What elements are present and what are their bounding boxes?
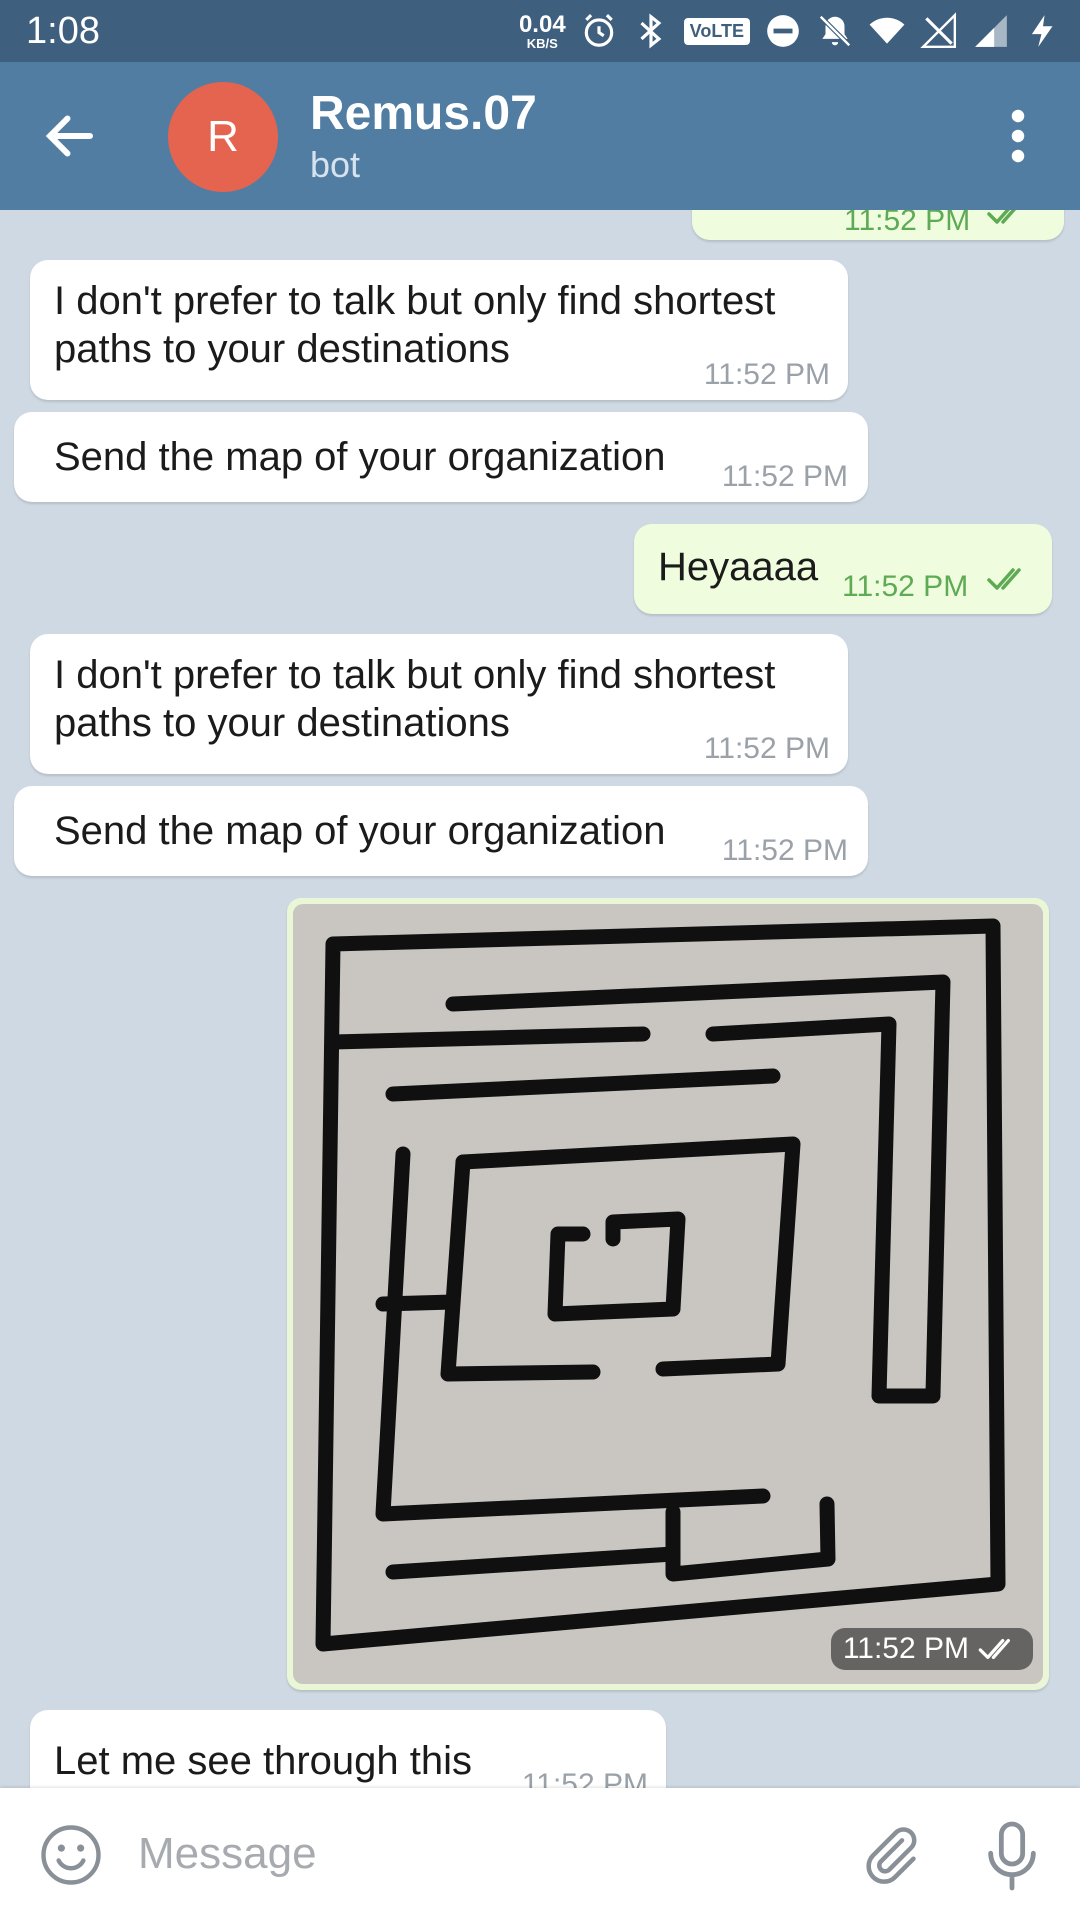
message-bubble[interactable]: I don't prefer to talk but only find sho… (30, 634, 848, 774)
message-time: 11:52 PM (703, 358, 830, 391)
message-text: Send the map of your organization (54, 809, 666, 853)
message-bubble[interactable]: /start 11:52 PM (692, 210, 1064, 240)
message-text: Send the map of your organization (54, 435, 666, 479)
message-bubble[interactable]: I don't prefer to talk but only find sho… (30, 260, 848, 400)
attach-icon[interactable] (858, 1822, 922, 1888)
notifications-off-icon (819, 15, 851, 47)
more-options-icon[interactable] (1000, 106, 1036, 166)
message-bubble[interactable]: Let me see through this 11:52 PM (30, 1710, 666, 1788)
photo-time-badge: 11:52 PM (830, 1628, 1033, 1670)
maze-photo[interactable] (293, 904, 1043, 1684)
message-bubble[interactable]: Heyaaaa 11:52 PM (634, 524, 1052, 614)
message-text-line: paths to your destinations (54, 327, 510, 371)
message-time: 11:52 PM (721, 460, 848, 493)
message-text-line: I don't prefer to talk but only find sho… (54, 653, 776, 697)
alarm-icon (584, 14, 613, 47)
avatar[interactable]: R (168, 82, 278, 192)
signal-empty-icon (920, 12, 957, 49)
chat-header: R Remus.07 bot (0, 62, 1080, 210)
net-speed-value: 0.04 (518, 10, 566, 38)
volte-badge: VoLTE (683, 17, 750, 45)
microphone-icon[interactable] (980, 1818, 1044, 1894)
signal-icon (975, 15, 1007, 47)
message-input[interactable] (136, 1818, 820, 1890)
message-text-line: paths to your destinations (54, 701, 510, 745)
message-time: 11:52 PM (703, 732, 830, 765)
photo-message[interactable]: 11:52 PM (287, 898, 1049, 1690)
double-check-icon (987, 210, 1017, 224)
net-speed: 0.04 KB/S (518, 10, 566, 51)
message-time: 11:52 PM (721, 834, 848, 867)
message-time: 11:52 PM (844, 210, 971, 237)
message-time: 11:52 PM (521, 1768, 648, 1788)
message-text: Let me see through this (54, 1739, 473, 1783)
bluetooth-icon (640, 13, 662, 49)
do-not-disturb-icon (767, 15, 799, 47)
status-time: 1:08 (26, 10, 100, 52)
message-input-bar (0, 1788, 1080, 1920)
double-check-icon (987, 568, 1021, 590)
chat-title[interactable]: Remus.07 (310, 86, 537, 141)
message-bubble[interactable]: Send the map of your organization 11:52 … (14, 412, 868, 502)
message-text-line: I don't prefer to talk but only find sho… (54, 279, 776, 323)
message-text: Heyaaaa (658, 545, 819, 589)
message-text: /start (716, 210, 805, 220)
back-arrow-icon[interactable] (40, 106, 100, 166)
double-check-icon (978, 1638, 1010, 1660)
message-bubble[interactable]: Send the map of your organization 11:52 … (14, 786, 868, 876)
status-bar: 1:08 0.04 KB/S VoLTE (0, 0, 1080, 62)
message-list[interactable]: /start 11:52 PM I don't prefer to talk b… (0, 210, 1080, 1788)
charging-icon (1031, 15, 1053, 47)
status-icons: 0.04 KB/S VoLTE (519, 8, 1062, 54)
net-speed-unit: KB/S (526, 35, 558, 51)
emoji-icon[interactable] (38, 1822, 104, 1888)
message-time: 11:52 PM (842, 1632, 969, 1665)
message-time: 11:52 PM (842, 570, 969, 603)
chat-subtitle: bot (310, 144, 361, 185)
wifi-icon (869, 17, 905, 44)
